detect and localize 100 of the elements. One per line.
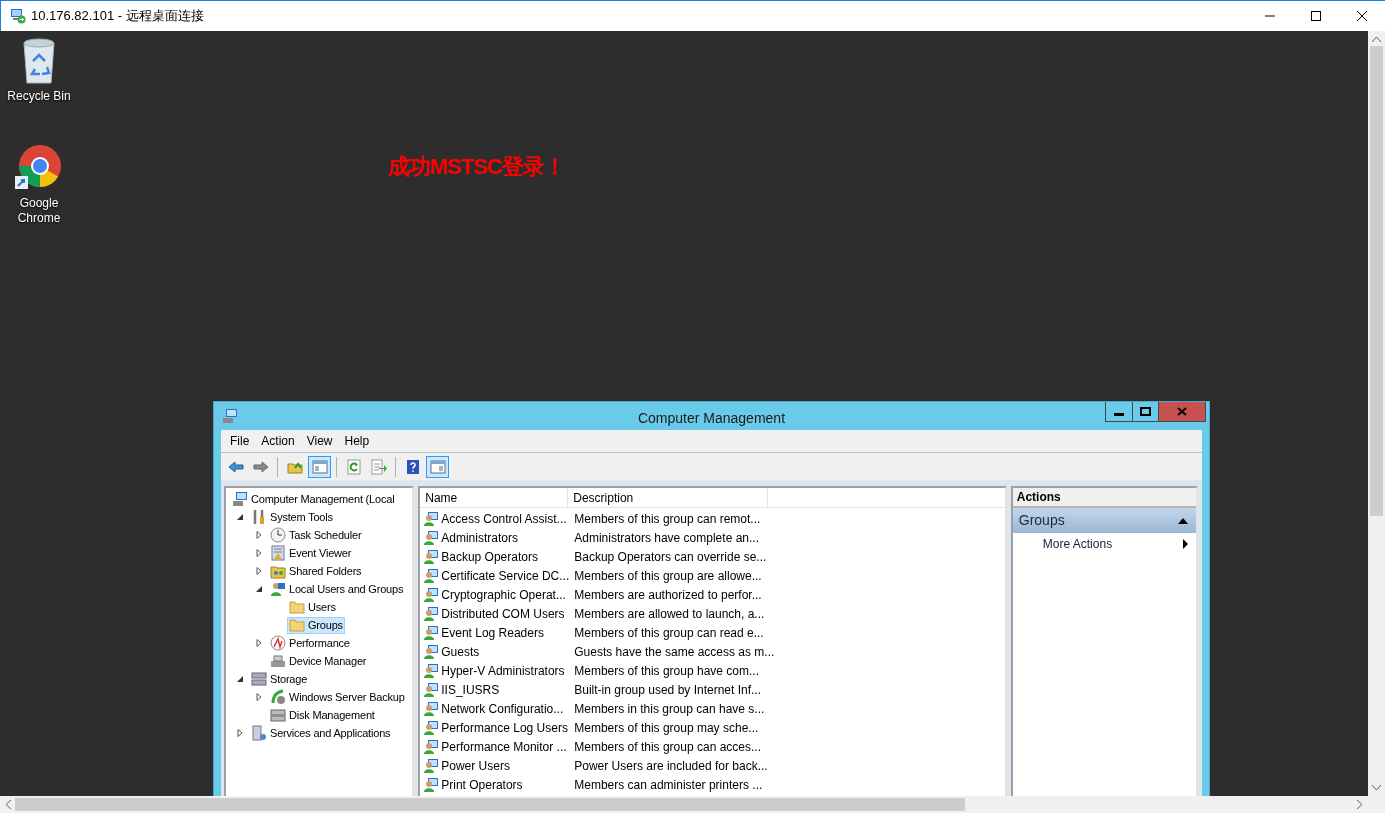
desktop-shortcut[interactable]: Recycle Bin — [4, 37, 74, 104]
group-icon — [423, 757, 440, 774]
tree-item[interactable]: Task Scheduler — [268, 526, 364, 544]
group-name[interactable]: Cryptographic Operat... — [441, 585, 566, 604]
expand-arrow-icon[interactable] — [254, 639, 263, 647]
group-icon — [423, 776, 440, 793]
menu-item[interactable]: File — [225, 432, 255, 450]
tree-item[interactable]: Services and Applications — [249, 724, 393, 742]
gauge-icon — [270, 635, 286, 651]
group-description: Members are authorized to perfor... — [573, 586, 762, 604]
group-description: Members of this group have com... — [573, 662, 759, 680]
menu-item[interactable]: View — [301, 432, 338, 450]
group-name[interactable]: Performance Log Users — [441, 718, 568, 737]
column-header[interactable]: Description — [568, 488, 769, 507]
computer-icon — [232, 491, 248, 507]
group-name[interactable]: IIS_IUSRS — [441, 680, 500, 699]
group-description: Members of this group are allowe... — [573, 567, 762, 585]
close-icon — [1357, 11, 1367, 21]
group-icon — [423, 548, 440, 565]
group-name[interactable]: Performance Monitor ... — [441, 737, 567, 756]
remote-desktop-icon — [10, 8, 26, 24]
group-icon — [423, 567, 440, 584]
window-title: Computer Management — [637, 409, 786, 428]
refresh-icon — [345, 458, 362, 475]
tree-item[interactable]: Computer Management (Local — [230, 490, 397, 508]
tree-item[interactable]: Disk Management — [268, 706, 377, 724]
actions-section-header[interactable]: Groups — [1012, 508, 1196, 533]
group-name[interactable]: Guests — [441, 642, 480, 661]
close-button[interactable] — [1159, 402, 1205, 421]
tree-item[interactable]: Users — [287, 598, 338, 616]
disk-icon — [270, 707, 286, 723]
vertical-scrollbar[interactable] — [1368, 31, 1385, 796]
expand-arrow-icon[interactable] — [235, 729, 244, 737]
tree-item[interactable]: System Tools — [249, 508, 335, 526]
scroll-up-icon[interactable] — [1372, 37, 1381, 42]
tree-item[interactable]: Event Viewer — [268, 544, 354, 562]
forward-arrow-icon — [252, 458, 269, 475]
group-icon — [423, 586, 440, 603]
tree-item[interactable]: Shared Folders — [268, 562, 364, 580]
tree-item[interactable]: Device Manager — [268, 652, 369, 670]
expand-arrow-icon[interactable] — [254, 531, 263, 539]
toolbar-button[interactable] — [308, 455, 331, 478]
pane-icon — [311, 458, 328, 475]
group-name[interactable]: Backup Operators — [441, 547, 538, 566]
scrollbar-thumb[interactable] — [15, 798, 965, 811]
recycle-bin-icon — [21, 37, 57, 85]
toolbar-button[interactable] — [426, 455, 449, 478]
round-logo-icon — [15, 144, 63, 192]
horizontal-scrollbar[interactable] — [0, 796, 1385, 813]
event-log-icon — [270, 545, 286, 561]
group-icon — [423, 719, 440, 736]
shortcut-label: Recycle Bin — [6, 89, 72, 104]
scroll-down-icon[interactable] — [1372, 785, 1381, 790]
group-description: Members can administer printers ... — [573, 776, 763, 794]
close-icon — [1177, 407, 1187, 416]
group-name[interactable]: Distributed COM Users — [441, 604, 565, 623]
tree-item[interactable]: Performance — [268, 634, 352, 652]
device-icon — [270, 653, 286, 669]
expand-arrow-icon[interactable] — [254, 549, 263, 557]
group-name[interactable]: Power Users — [441, 756, 510, 775]
column-header[interactable]: Name — [420, 488, 569, 507]
banner-text: 成功MSTSC登录！ — [388, 153, 565, 181]
computer-icon — [222, 408, 238, 424]
menu-item[interactable]: Action — [256, 432, 300, 450]
actions-header: Actions — [1012, 488, 1196, 508]
group-description: Built-in group used by Internet Inf... — [573, 681, 761, 699]
expand-arrow-icon[interactable] — [254, 693, 263, 701]
scroll-left-icon[interactable] — [6, 800, 11, 809]
desktop-shortcut[interactable]: Google Chrome — [4, 144, 74, 226]
group-icon — [423, 643, 440, 660]
group-description: Members of this group may sche... — [573, 719, 759, 737]
group-name[interactable]: Network Configuratio... — [441, 699, 564, 718]
group-icon — [423, 510, 440, 527]
tree-item[interactable]: Storage — [249, 670, 310, 688]
group-name[interactable]: Access Control Assist... — [441, 509, 567, 528]
tree-item[interactable]: Windows Server Backup — [268, 688, 407, 706]
expand-arrow-icon[interactable] — [254, 567, 263, 575]
group-name[interactable]: Event Log Readers — [441, 623, 544, 642]
tree-item[interactable]: Groups — [287, 616, 345, 634]
group-name[interactable]: Certificate Service DC... — [441, 566, 570, 585]
group-icon — [423, 681, 440, 698]
tree-item[interactable]: Local Users and Groups — [268, 580, 406, 598]
maximize-icon — [1140, 407, 1151, 416]
scrollbar-thumb[interactable] — [1370, 46, 1383, 516]
group-name[interactable]: Hyper-V Administrators — [441, 661, 565, 680]
group-name[interactable]: Administrators — [441, 528, 518, 547]
menu-item[interactable]: Help — [339, 432, 375, 450]
maximize-icon — [1311, 11, 1321, 21]
backup-icon — [270, 689, 286, 705]
shortcut-label: Google Chrome — [16, 196, 62, 226]
submenu-arrow-icon — [1183, 539, 1188, 549]
action-item[interactable]: More Actions — [1012, 533, 1196, 555]
pane-icon — [429, 458, 446, 475]
collapse-arrow-icon[interactable] — [235, 675, 244, 683]
group-description: Guests have the same access as m... — [573, 643, 775, 661]
group-name[interactable]: Print Operators — [441, 775, 523, 794]
scroll-right-icon[interactable] — [1357, 800, 1362, 809]
collapse-arrow-icon[interactable] — [254, 585, 263, 593]
group-description: Power Users are included for back... — [573, 757, 768, 775]
collapse-arrow-icon[interactable] — [235, 513, 244, 521]
